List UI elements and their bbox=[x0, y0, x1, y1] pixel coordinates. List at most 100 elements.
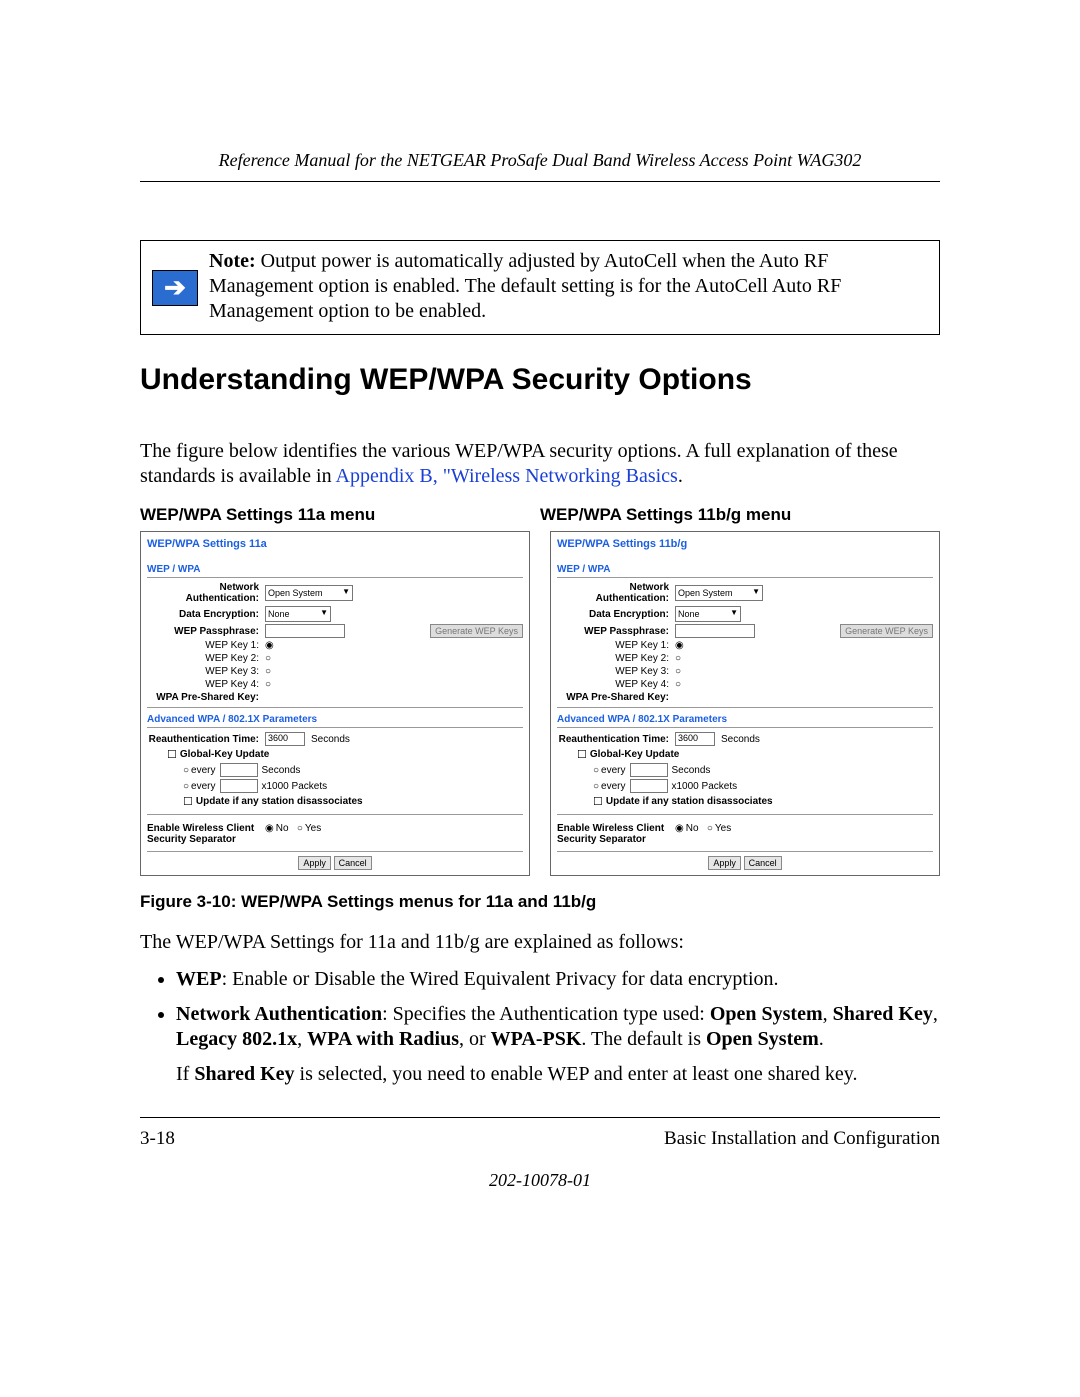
update-disassoc-check[interactable] bbox=[593, 795, 606, 808]
sec-sep-yes-radio[interactable] bbox=[707, 823, 715, 834]
global-key-update-check[interactable] bbox=[167, 748, 180, 761]
gku-every-2: every bbox=[191, 781, 215, 792]
gku-seconds-unit: Seconds bbox=[672, 765, 711, 776]
appendix-link[interactable]: Appendix B, "Wireless Networking Basics bbox=[336, 465, 678, 487]
bullet-na-a: : Specifies the Authentication type used… bbox=[382, 1003, 710, 1025]
wep-key1-radio[interactable] bbox=[675, 640, 686, 651]
net-auth-select[interactable]: Open System bbox=[265, 585, 353, 601]
global-key-update-label: Global-Key Update bbox=[180, 749, 269, 760]
wep-key3-radio[interactable] bbox=[675, 666, 683, 677]
footer-section-title: Basic Installation and Configuration bbox=[664, 1128, 940, 1150]
reauth-label: Reauthentication Time: bbox=[557, 734, 675, 745]
data-enc-select[interactable]: None bbox=[265, 606, 331, 622]
data-enc-select[interactable]: None bbox=[675, 606, 741, 622]
cancel-button[interactable]: Cancel bbox=[334, 856, 372, 870]
update-disassoc-check[interactable] bbox=[183, 795, 196, 808]
gku-packets-radio[interactable] bbox=[593, 781, 601, 792]
wep-key1-label: WEP Key 1: bbox=[557, 640, 675, 651]
wep-passphrase-input[interactable] bbox=[675, 624, 755, 638]
gku-seconds-radio[interactable] bbox=[593, 765, 601, 776]
data-enc-label: Data Encryption: bbox=[147, 609, 265, 620]
bullet-wep: WEP: Enable or Disable the Wired Equival… bbox=[176, 967, 940, 992]
after-figure-text: The WEP/WPA Settings for 11a and 11b/g a… bbox=[140, 930, 940, 955]
bullet-na-c6: . bbox=[819, 1028, 824, 1050]
intro-period: . bbox=[678, 465, 683, 487]
cancel-button[interactable]: Cancel bbox=[744, 856, 782, 870]
net-auth-label: Network Authentication: bbox=[557, 582, 675, 604]
page-number: 3-18 bbox=[140, 1128, 175, 1150]
panel-title: WEP/WPA Settings 11a bbox=[147, 538, 523, 550]
global-key-update-check[interactable] bbox=[577, 748, 590, 761]
gku-packets-input[interactable] bbox=[220, 779, 258, 793]
bullet-net-auth: Network Authentication: Specifies the Au… bbox=[176, 1002, 940, 1087]
bullet-na-sub-b: Shared Key bbox=[194, 1063, 294, 1085]
wpa-psk-label: WPA Pre-Shared Key: bbox=[147, 692, 265, 703]
wep-key4-radio[interactable] bbox=[265, 679, 273, 690]
wpa-psk-label: WPA Pre-Shared Key: bbox=[557, 692, 675, 703]
gku-every-1: every bbox=[191, 765, 215, 776]
doc-number: 202-10078-01 bbox=[140, 1170, 940, 1191]
bullet-na-c1: , bbox=[823, 1003, 833, 1025]
gku-seconds-unit: Seconds bbox=[262, 765, 301, 776]
update-disassoc-label: Update if any station disassociates bbox=[606, 796, 773, 807]
gku-seconds-input[interactable] bbox=[630, 763, 668, 777]
data-enc-label: Data Encryption: bbox=[557, 609, 675, 620]
figure-caption: Figure 3-10: WEP/WPA Settings menus for … bbox=[140, 892, 940, 912]
wep-key3-label: WEP Key 3: bbox=[147, 666, 265, 677]
bullet-na-b4: WPA with Radius bbox=[307, 1028, 459, 1050]
sec-sep-no-label: No bbox=[276, 823, 289, 834]
settings-panel-11bg: WEP/WPA Settings 11b/g WEP / WPA Network… bbox=[550, 531, 940, 876]
gku-packets-radio[interactable] bbox=[183, 781, 191, 792]
page-footer: 3-18 Basic Installation and Configuratio… bbox=[140, 1117, 940, 1150]
panel-title: WEP/WPA Settings 11b/g bbox=[557, 538, 933, 550]
reauth-input[interactable]: 3600 bbox=[675, 732, 715, 746]
wep-key1-radio[interactable] bbox=[265, 640, 276, 651]
wep-key4-radio[interactable] bbox=[675, 679, 683, 690]
column-label-right: WEP/WPA Settings 11b/g menu bbox=[540, 505, 940, 525]
intro-paragraph: The figure below identifies the various … bbox=[140, 439, 940, 489]
bullet-na-c3: , bbox=[297, 1028, 307, 1050]
note-box: ➔ Note: Output power is automatically ad… bbox=[140, 240, 940, 335]
wep-wpa-heading: WEP / WPA bbox=[147, 564, 523, 578]
settings-panel-11a: WEP/WPA Settings 11a WEP / WPA Network A… bbox=[140, 531, 530, 876]
global-key-update-label: Global-Key Update bbox=[590, 749, 679, 760]
gku-every-2: every bbox=[601, 781, 625, 792]
apply-button[interactable]: Apply bbox=[708, 856, 741, 870]
wep-passphrase-label: WEP Passphrase: bbox=[147, 626, 265, 637]
net-auth-label: Network Authentication: bbox=[147, 582, 265, 604]
generate-wep-keys-button[interactable]: Generate WEP Keys bbox=[840, 624, 933, 638]
wep-key4-label: WEP Key 4: bbox=[557, 679, 675, 690]
reauth-input[interactable]: 3600 bbox=[265, 732, 305, 746]
reauth-label: Reauthentication Time: bbox=[147, 734, 265, 745]
generate-wep-keys-button[interactable]: Generate WEP Keys bbox=[430, 624, 523, 638]
wep-key3-radio[interactable] bbox=[265, 666, 273, 677]
apply-button[interactable]: Apply bbox=[298, 856, 331, 870]
bullet-na-c2: , bbox=[933, 1003, 938, 1025]
sec-separator-label: Enable Wireless Client Security Separato… bbox=[147, 823, 265, 845]
wep-passphrase-input[interactable] bbox=[265, 624, 345, 638]
sec-sep-no-radio[interactable] bbox=[265, 823, 276, 834]
sec-sep-yes-radio[interactable] bbox=[297, 823, 305, 834]
sec-sep-no-radio[interactable] bbox=[675, 823, 686, 834]
gku-seconds-input[interactable] bbox=[220, 763, 258, 777]
wep-key2-radio[interactable] bbox=[675, 653, 683, 664]
wep-key3-label: WEP Key 3: bbox=[557, 666, 675, 677]
wep-key1-label: WEP Key 1: bbox=[147, 640, 265, 651]
note-text: Output power is automatically adjusted b… bbox=[209, 250, 841, 322]
bullet-na-c4: , or bbox=[459, 1028, 491, 1050]
gku-seconds-radio[interactable] bbox=[183, 765, 191, 776]
section-heading: Understanding WEP/WPA Security Options bbox=[140, 363, 940, 397]
wep-key2-label: WEP Key 2: bbox=[147, 653, 265, 664]
bullet-na-b1: Open System bbox=[710, 1003, 823, 1025]
wep-key2-radio[interactable] bbox=[265, 653, 273, 664]
bullet-na-b2: Shared Key bbox=[833, 1003, 933, 1025]
page-header: Reference Manual for the NETGEAR ProSafe… bbox=[140, 150, 940, 182]
wep-wpa-heading: WEP / WPA bbox=[557, 564, 933, 578]
bullet-na-term: Network Authentication bbox=[176, 1003, 382, 1025]
bullet-wep-desc: : Enable or Disable the Wired Equivalent… bbox=[222, 968, 779, 990]
wep-key4-label: WEP Key 4: bbox=[147, 679, 265, 690]
bullet-na-c5: . The default is bbox=[581, 1028, 706, 1050]
gku-packets-input[interactable] bbox=[630, 779, 668, 793]
wep-key2-label: WEP Key 2: bbox=[557, 653, 675, 664]
net-auth-select[interactable]: Open System bbox=[675, 585, 763, 601]
